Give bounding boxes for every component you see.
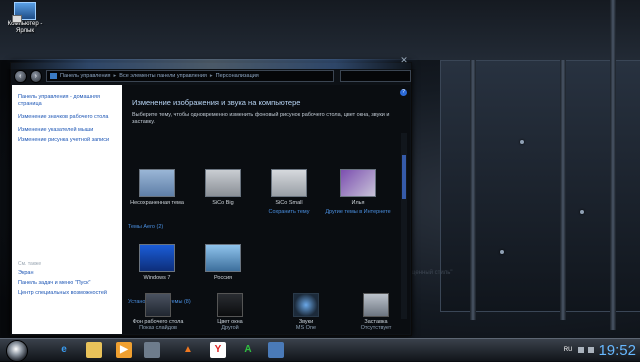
app-icon[interactable]: A	[240, 342, 256, 358]
sidebar-link-taskbar[interactable]: Панель задач и меню "Пуск"	[12, 280, 122, 287]
scene-rivet	[500, 250, 504, 254]
more-themes-link[interactable]: Другие темы в Интернете	[322, 209, 394, 215]
folder-icon[interactable]	[86, 342, 102, 358]
sidebar-link-desktop-icons[interactable]: Изменение значков рабочего стола	[12, 114, 122, 121]
desktop-background-option[interactable]: Фон рабочего стола Показ слайдов	[126, 293, 190, 331]
theme-item[interactable]: Несохраненная тема	[128, 169, 186, 206]
personalization-window: ✕ ‹ › Панель управления ▸ Все элементы п…	[6, 55, 418, 336]
sidebar-link-display[interactable]: Экран	[12, 270, 122, 277]
theme-item[interactable]: Windows 7	[128, 244, 186, 281]
scene-rivet	[580, 210, 584, 214]
scrollbar-thumb[interactable]	[402, 155, 406, 199]
address-bar[interactable]: Панель управления ▸ Все элементы панели …	[46, 70, 335, 82]
screensaver-icon	[363, 293, 389, 317]
scene-rib	[560, 60, 566, 320]
navigation-bar: ‹ › Панель управления ▸ Все элементы пан…	[11, 69, 411, 83]
media-player-icon[interactable]: ▶	[116, 342, 132, 358]
theme-item[interactable]: SiCo Big	[194, 169, 252, 206]
screensaver-option[interactable]: Заставка Отсутствует	[344, 293, 408, 331]
search-input[interactable]	[340, 70, 411, 82]
sidebar-link-accessibility[interactable]: Центр специальных возможностей	[12, 290, 122, 297]
theme-label: Windows 7	[143, 275, 171, 281]
network-icon[interactable]	[578, 347, 585, 353]
vlc-icon[interactable]: ▲	[180, 342, 196, 358]
control-panel-taskbar-icon[interactable]	[268, 342, 284, 358]
scene-top-wall	[0, 0, 640, 60]
breadcrumb-separator: ▸	[113, 73, 117, 79]
page-title: Изменение изображения и звука на компьют…	[132, 98, 301, 107]
personalization-options: Фон рабочего стола Показ слайдов Цвет ок…	[122, 287, 410, 333]
theme-thumbnail	[340, 169, 376, 197]
theme-label: Россия	[213, 275, 233, 281]
close-icon[interactable]: ✕	[399, 55, 409, 65]
theme-item[interactable]: SiCo Small Сохранить тему	[260, 169, 318, 215]
forward-arrow-icon[interactable]: ›	[29, 69, 42, 83]
theme-thumbnail	[139, 244, 175, 272]
breadcrumb-item[interactable]: Все элементы панели управления	[119, 73, 207, 79]
window-color-icon	[217, 293, 243, 317]
wallpaper-icon	[145, 293, 171, 317]
main-content: ? Изменение изображения и звука на компь…	[122, 85, 410, 334]
desktop-computer-shortcut[interactable]: Компьютер - Ярлык	[2, 2, 48, 35]
window-icon[interactable]	[144, 342, 160, 358]
theme-thumbnail	[205, 244, 241, 272]
internet-explorer-icon[interactable]: e	[56, 342, 72, 358]
computer-icon	[12, 2, 36, 23]
system-tray: RU 19:52	[564, 339, 636, 361]
theme-thumbnail	[271, 169, 307, 197]
option-value: Показ слайдов	[139, 325, 177, 331]
option-value: Отсутствует	[360, 325, 392, 331]
theme-thumbnail	[139, 169, 175, 197]
breadcrumb-item[interactable]: Персонализация	[216, 73, 259, 79]
save-theme-link[interactable]: Сохранить тему	[260, 209, 318, 215]
taskbar: e ▶ ▲ Y A RU 19:52	[0, 338, 640, 362]
theme-label: SiCo Big	[212, 200, 234, 206]
sidebar: Панель управления - домашняя страница Из…	[12, 85, 122, 334]
clock[interactable]: 19:52	[598, 342, 636, 359]
sounds-option[interactable]: Звуки MS One	[274, 293, 338, 331]
sounds-icon	[293, 293, 319, 317]
theme-label: Несохраненная тема	[130, 200, 184, 206]
theme-item[interactable]: Россия	[194, 244, 252, 281]
desktop-icon-label: Компьютер - Ярлык	[7, 21, 43, 34]
breadcrumb-separator: ▸	[209, 73, 213, 79]
scene-rib	[470, 60, 476, 320]
scene-rib	[610, 0, 616, 330]
volume-icon[interactable]	[588, 347, 595, 353]
sidebar-link-account-picture[interactable]: Изменение рисунка учетной записи	[12, 137, 122, 144]
scene-rivet	[520, 140, 524, 144]
control-panel-icon	[50, 73, 57, 79]
window-glow	[6, 59, 418, 69]
theme-label: Илья	[351, 200, 365, 206]
sidebar-home-link[interactable]: Панель управления - домашняя страница	[12, 94, 122, 108]
sidebar-link-mouse-pointers[interactable]: Изменение указателей мыши	[12, 127, 122, 134]
start-button[interactable]	[6, 340, 28, 362]
yandex-browser-icon[interactable]: Y	[210, 342, 226, 358]
help-icon[interactable]: ?	[400, 89, 407, 96]
aero-themes-heading[interactable]: Темы Aero (2)	[128, 224, 163, 230]
theme-item[interactable]: Илья Другие темы в Интернете	[322, 169, 394, 215]
window-color-option[interactable]: Цвет окна Другой	[198, 293, 262, 331]
breadcrumb-item[interactable]: Панель управления	[60, 73, 111, 79]
theme-thumbnail	[205, 169, 241, 197]
language-indicator[interactable]: RU	[564, 347, 573, 353]
page-description: Выберите тему, чтобы одновременно измени…	[132, 112, 390, 125]
back-arrow-icon[interactable]: ‹	[14, 69, 27, 83]
theme-label: SiCo Small	[275, 200, 303, 206]
option-value: Другой	[221, 325, 239, 331]
option-value: MS One	[295, 325, 317, 331]
